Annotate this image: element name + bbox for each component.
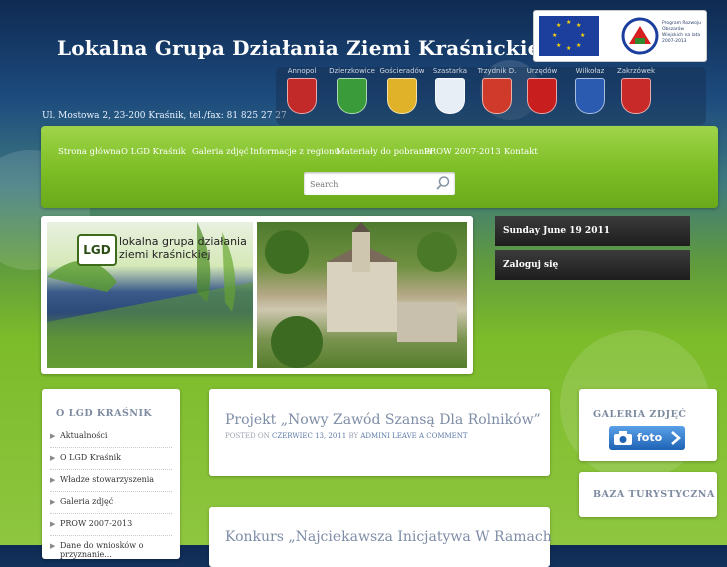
lgd-logo: LGD bbox=[77, 234, 117, 266]
shield-icon bbox=[527, 78, 557, 114]
crest-wilkolaz[interactable]: Wilkołaz bbox=[566, 67, 614, 114]
current-date: Sunday June 19 2011 bbox=[495, 216, 690, 246]
prow-caption: Program Rozwoju Obszarów Wiejskich na la… bbox=[662, 21, 701, 44]
leave-comment-link[interactable]: LEAVE A COMMENT bbox=[392, 432, 467, 440]
crest-gosciaradow[interactable]: Gościeradów bbox=[378, 67, 426, 114]
prow-logo-icon bbox=[621, 17, 659, 55]
banner-photo-fields: LGD lokalna grupa działania ziemi kraśni… bbox=[47, 222, 253, 368]
crest-urzedow[interactable]: Urzędów bbox=[518, 67, 566, 114]
sidebar-item-prow[interactable]: ▶ PROW 2007-2013 bbox=[50, 514, 172, 536]
sidebar-item-authorities[interactable]: ▶ Władze stowarzyszenia bbox=[50, 470, 172, 492]
crest-szastarka[interactable]: Szastarka bbox=[426, 67, 474, 114]
nav-item-downloads[interactable]: Materiały do pobrania bbox=[336, 147, 432, 157]
sidebar-item-applications[interactable]: ▶ Dane do wniosków o przyznanie... bbox=[50, 536, 172, 559]
sidebar-item-gallery[interactable]: ▶ Galeria zdjęć bbox=[50, 492, 172, 514]
banner-photo-church bbox=[257, 222, 467, 368]
nav-item-contact[interactable]: Kontakt bbox=[504, 147, 538, 157]
post-author[interactable]: ADMINI bbox=[360, 432, 390, 440]
shield-icon bbox=[482, 78, 512, 114]
post-meta: POSTED ON CZERWIEC 13, 2011 BY ADMINI LE… bbox=[225, 432, 468, 440]
chevron-right-icon bbox=[671, 431, 681, 445]
chevron-right-icon: ▶ bbox=[50, 542, 56, 550]
nav-item-prow[interactable]: PROW 2007-2013 bbox=[424, 147, 501, 157]
tourism-widget-title[interactable]: BAZA TURYSTYCZNA bbox=[593, 489, 715, 500]
search-input[interactable] bbox=[304, 174, 430, 195]
site-title[interactable]: Lokalna Grupa Działania Ziemi Kraśnickie… bbox=[57, 36, 548, 60]
crest-annopol[interactable]: Annopol bbox=[278, 67, 326, 114]
shield-icon bbox=[575, 78, 605, 114]
crest-zakrzowek[interactable]: Zakrzówek bbox=[612, 67, 660, 114]
left-sidebar: O LGD KRAŚNIK ▶ Aktualności ▶ O LGD Kraś… bbox=[42, 389, 180, 559]
camera-icon bbox=[614, 431, 632, 445]
lgd-logo-text: lokalna grupa działania ziemi kraśnickie… bbox=[119, 235, 247, 261]
church-illustration bbox=[265, 222, 457, 368]
search-icon[interactable] bbox=[435, 175, 451, 191]
chevron-right-icon: ▶ bbox=[50, 454, 56, 462]
shield-icon bbox=[387, 78, 417, 114]
post-date[interactable]: CZERWIEC 13, 2011 bbox=[272, 432, 346, 440]
foto-gallery-button[interactable]: foto bbox=[609, 426, 685, 450]
sidebar-item-about[interactable]: ▶ O LGD Kraśnik bbox=[50, 448, 172, 470]
header-banner: LGD lokalna grupa działania ziemi kraśni… bbox=[41, 216, 473, 374]
sidebar-item-news[interactable]: ▶ Aktualności bbox=[50, 426, 172, 448]
eu-logos: ★ ★ ★ ★ ★ ★ ★ ★ Program Rozwoju Obszarów Wiej… bbox=[533, 10, 707, 62]
chevron-right-icon: ▶ bbox=[50, 476, 56, 484]
chevron-right-icon: ▶ bbox=[50, 520, 56, 528]
nav-item-about[interactable]: O LGD Kraśnik bbox=[121, 147, 186, 157]
nav-item-region-news[interactable]: Informacje z regionu bbox=[250, 147, 340, 157]
main-navigation: Strona główna O LGD Kraśnik Galeria zdję… bbox=[41, 126, 718, 208]
post-title[interactable]: Projekt „Nowy Zawód Szansą Dla Rolników” bbox=[225, 412, 541, 428]
post-title[interactable]: Konkurs „Najciekawsza Inicjatywa W Ramac… bbox=[225, 529, 552, 545]
chevron-right-icon: ▶ bbox=[50, 432, 56, 440]
nav-item-home[interactable]: Strona główna bbox=[58, 147, 121, 157]
crest-trzydnik[interactable]: Trzydnik D. bbox=[473, 67, 521, 114]
login-link[interactable]: Zaloguj się bbox=[495, 250, 690, 280]
shield-icon bbox=[435, 78, 465, 114]
post-card: Projekt „Nowy Zawód Szansą Dla Rolników”… bbox=[209, 389, 550, 476]
chevron-right-icon: ▶ bbox=[50, 498, 56, 506]
left-sidebar-title: O LGD KRAŚNIK bbox=[56, 408, 153, 419]
commune-crests: Annopol Dzierzkowice Gościeradów Szastar… bbox=[276, 67, 706, 125]
nav-item-gallery[interactable]: Galeria zdjęć bbox=[192, 147, 249, 157]
eu-flag-icon: ★ ★ ★ ★ ★ ★ ★ ★ bbox=[539, 16, 599, 56]
shield-icon bbox=[287, 78, 317, 114]
shield-icon bbox=[337, 78, 367, 114]
gallery-widget-title: GALERIA ZDJĘĆ bbox=[593, 409, 687, 420]
tourism-widget: BAZA TURYSTYCZNA bbox=[579, 472, 717, 517]
search-box bbox=[304, 172, 455, 195]
crest-dzierzkowice[interactable]: Dzierzkowice bbox=[328, 67, 376, 114]
gallery-widget: GALERIA ZDJĘĆ foto bbox=[579, 389, 717, 461]
contact-address: Ul. Mostowa 2, 23-200 Kraśnik, tel./fax:… bbox=[42, 111, 287, 121]
shield-icon bbox=[621, 78, 651, 114]
post-card: Konkurs „Najciekawsza Inicjatywa W Ramac… bbox=[209, 507, 552, 567]
foto-label: foto bbox=[637, 431, 663, 444]
